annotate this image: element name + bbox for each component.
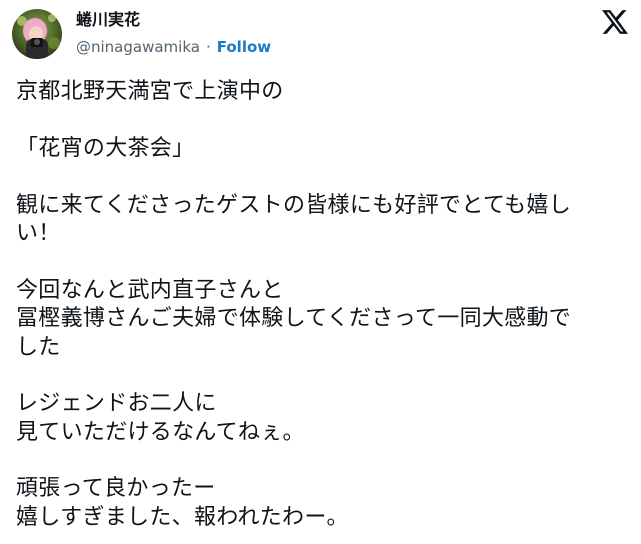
author-handle[interactable]: @ninagawamika — [76, 37, 200, 57]
post-line: 冨樫義博さんご夫婦で体験してくださって一同大感動で — [16, 306, 572, 332]
separator-dot: · — [205, 38, 211, 56]
embedded-post-card: 蜷川実花 @ninagawamika · Follow 京都北野天満宮で上演中の… — [0, 0, 641, 544]
post-line: 「花宵の大茶会」 — [16, 135, 195, 161]
post-line: 嬉しすぎました、報われたわー。 — [16, 504, 349, 530]
post-text: 京都北野天満宮で上演中の 「花宵の大茶会」 観に来てくださったゲストの皆様にも好… — [16, 78, 628, 532]
avatar-image — [12, 9, 62, 59]
author-display-name[interactable]: 蜷川実花 — [76, 10, 140, 30]
x-logo-icon[interactable] — [602, 10, 628, 34]
post-line: い！ — [16, 220, 61, 246]
post-line: 京都北野天満宮で上演中の — [16, 79, 284, 104]
post-line: 観に来てくださったゲストの皆様にも好評でとても嬉し — [16, 192, 572, 218]
post-line: 見ていただけるなんてねぇ。 — [16, 419, 305, 445]
post-line: した — [16, 334, 61, 360]
post-line: 今回なんと武内直子さんと — [16, 277, 284, 303]
post-line: レジェンドお二人に — [16, 391, 217, 417]
author-meta-row: @ninagawamika · Follow — [76, 37, 271, 57]
follow-button[interactable]: Follow — [217, 37, 271, 57]
avatar[interactable] — [12, 9, 62, 59]
post-line: 頑張って良かったー — [16, 476, 216, 502]
